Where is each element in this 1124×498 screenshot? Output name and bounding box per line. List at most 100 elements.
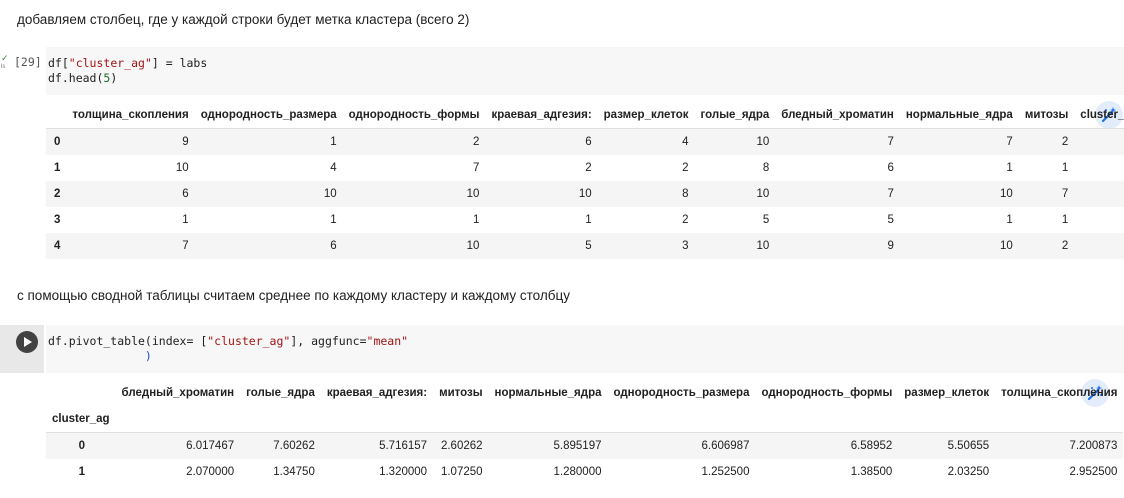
column-header: краевая_адгезия: [326,387,428,399]
table-cell: 0 [1074,128,1124,155]
table-cell: 5.716157 [320,432,434,459]
column-header: голые_ядра [694,102,776,129]
table-cell: 1 [585,214,592,226]
column-header: размер_клеток [904,387,990,399]
table-cell: 9 [775,233,900,259]
row-index: 0 [46,432,116,459]
markdown-text-1: добавляем столбец, где у каждой строки б… [17,12,470,27]
row-index: 2 [46,181,67,207]
table-row: 0 6.017467 7.60262 5.716157 2.60262 5.895197 6… [46,432,1124,459]
column-header: нормальные_ядра [899,102,1019,129]
column-header: толщина_скопления [66,102,195,129]
table-cell: 1 [182,214,189,226]
table-cell: 10 [194,181,343,207]
table-cell: 1 [194,128,343,155]
column-header: краевая_адгезия: [485,102,598,129]
table-cell: 2 [585,162,592,174]
table-cell: 6 [66,181,195,207]
table-cell: 10 [694,233,776,259]
table-cell: 6.58952 [755,432,899,459]
index-header [46,102,67,129]
table-cell: 6.017467 [115,432,241,459]
table-cell: 10 [342,233,486,259]
table-cell: 10 [694,181,776,207]
table-cell: 1 [1061,162,1069,174]
table-row: 110472286110 [46,155,1124,181]
table-cell: 0 [1074,155,1124,181]
table-cell: 1.34750 [273,466,315,478]
table-row: 091264107720 [46,128,1124,155]
table-cell: 5 [485,233,598,259]
check-icon: ✓ls [1,53,9,71]
index-header [46,380,116,406]
row-index: 3 [54,214,61,226]
table-row: 1 2.070000 1.34750 1.320000 1.07250 1.280000 1… [46,459,1123,485]
column-header: голые_ядра [246,387,315,399]
table-cell: 2.03250 [947,466,990,478]
table-cell: 2 [682,214,689,226]
table-cell: 7 [66,233,195,259]
table-cell: 2 [1018,128,1075,155]
index-name: cluster_ag [46,406,116,433]
table-cell: 7 [1018,181,1075,207]
pivot-table: бледный_хроматин голые_ядра краевая_адгези… [46,380,1124,485]
code-cell-2[interactable]: ✓ls df.pivot_table(index= ["cluster_ag"]… [0,325,1124,373]
table-cell: 10 [899,233,1019,259]
table-cell: 6 [485,128,598,155]
table-cell: 4 [597,128,695,155]
code-editor-2[interactable]: df.pivot_table(index= ["cluster_ag"], ag… [46,325,1124,373]
table-cell: 1.320000 [379,466,428,478]
row-index: 1 [54,162,61,174]
table-cell: 7 [899,128,1019,155]
code-editor-1[interactable]: df["cluster_ag"] = labs df.head(5) [46,47,1124,95]
column-header: нормальные_ядра [494,387,602,399]
table-cell: 10 [175,162,189,174]
table-cell: 1 [473,214,480,226]
table-cell: 1 [330,214,337,226]
table-cell: 7 [775,181,900,207]
run-button[interactable] [16,331,38,353]
table-cell: 8 [762,162,770,174]
table-cell: 10 [342,181,486,207]
table-cell: 10 [694,128,776,155]
dataframe-head-table: толщина_скопления однородность_размера одн… [46,102,1124,259]
table-cell: 7 [473,162,480,174]
table-cell: 1.07250 [440,466,483,478]
table-cell: 2.952500 [1069,466,1118,478]
column-header: однородность_формы [761,387,893,399]
table-cell: 1 [1006,214,1013,226]
table-cell: 0 [1074,233,1124,259]
table-cell: 2.60262 [433,432,489,459]
table-cell: 8 [597,181,695,207]
table-cell: 7.200873 [995,432,1124,459]
column-header: однородность_формы [342,102,486,129]
table-cell: 5.895197 [488,432,608,459]
column-header: толщина_скопления [1001,387,1118,399]
table-cell: 2 [1018,233,1075,259]
table-cell: 6.606987 [607,432,756,459]
execution-count: [29] [14,55,42,69]
table-cell: 5 [762,214,770,226]
table-cell: 2 [682,162,689,174]
table-row: 2610101081071070 [46,181,1124,207]
table-cell: 10 [899,181,1019,207]
column-header: митозы [439,387,483,399]
column-header: бледный_хроматин [121,387,235,399]
table-cell: 1.252500 [701,466,750,478]
table-cell: 6 [194,233,343,259]
table-row: 47610531091020 [46,233,1124,259]
row-index: 1 [78,466,85,478]
table-cell: 1 [1006,162,1013,174]
table-cell: 1.38500 [850,466,893,478]
table-cell: 7 [775,128,900,155]
table-cell: 4 [330,162,337,174]
table-cell: 1 [1061,214,1069,226]
column-header: однородность_размера [613,387,750,399]
table-cell: 6 [887,162,894,174]
code-cell-1[interactable]: ✓ ls [29] df["cluster_ag"] = labs df.head… [0,47,1124,95]
table-cell: 2.070000 [186,466,235,478]
row-index: 0 [46,128,67,155]
column-header: бледный_хроматин [775,102,900,129]
table-cell: 1.280000 [553,466,602,478]
table-cell: 2 [342,128,486,155]
